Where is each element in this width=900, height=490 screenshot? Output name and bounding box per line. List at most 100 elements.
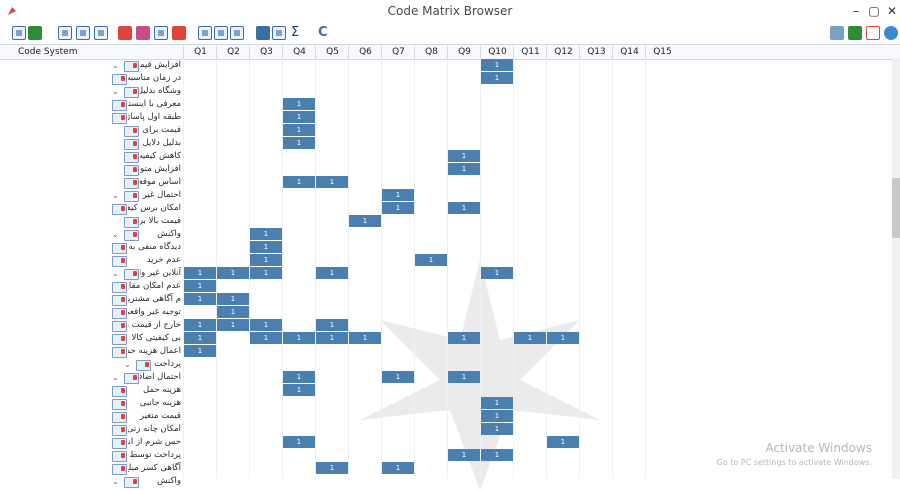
matrix-row[interactable]: امکان برس کیفیت 1 1 <box>0 202 860 215</box>
code-system-header[interactable]: Code System <box>18 45 77 59</box>
column-header[interactable]: Q3 <box>249 45 283 59</box>
column-header[interactable]: Q12 <box>546 45 580 59</box>
matrix-row[interactable]: خارج از قیمت مرجع1111 <box>0 319 860 332</box>
matrix-cell[interactable]: 1 <box>349 215 381 227</box>
matrix-cell[interactable]: 1 <box>250 241 282 253</box>
code-red2-icon[interactable] <box>136 26 150 40</box>
code-label[interactable]: دیدگاه منفی به سازمان <box>128 241 181 254</box>
code-label[interactable]: آگاهی کسر مبلغ بعد از پرداخت <box>128 462 181 475</box>
matrix-cell[interactable]: 1 <box>184 345 216 357</box>
matrix-cell[interactable]: 1 <box>448 332 480 344</box>
code-blue-icon[interactable] <box>172 26 186 40</box>
matrix-cell[interactable]: 1 <box>448 202 480 214</box>
matrix-row[interactable]: در زمان مناسبت ها 1 <box>0 72 860 85</box>
matrix-row[interactable]: افزایش متولی قیمت 1 <box>0 163 860 176</box>
view2-icon[interactable] <box>76 26 90 40</box>
column-header[interactable]: Q1 <box>183 45 217 59</box>
expand-toggle-icon[interactable]: ⌄ <box>112 267 119 280</box>
code-label[interactable]: احتمال غیر واقعی کمتر <box>140 189 181 202</box>
matrix-row[interactable]: حس شرم از انصراف خرید 1 1 <box>0 436 860 449</box>
camera-icon[interactable] <box>830 26 844 40</box>
view3-icon[interactable] <box>94 26 108 40</box>
scrollbar-thumb[interactable] <box>892 178 900 238</box>
matrix-cell[interactable]: 1 <box>415 254 447 266</box>
matrix-cell[interactable]: 1 <box>217 319 249 331</box>
matrix-cell[interactable]: 1 <box>382 371 414 383</box>
info-icon[interactable] <box>884 26 898 40</box>
matrix-cell[interactable]: 1 <box>283 111 315 123</box>
expand-toggle-icon[interactable]: ⌄ <box>112 85 119 98</box>
matrix-row[interactable]: هزینه حمل 1 <box>0 384 860 397</box>
tree-sort-icon[interactable] <box>154 26 168 40</box>
matrix-cell[interactable]: 1 <box>283 384 315 396</box>
code-label[interactable]: توجیه غیر واقعی فروشنده <box>128 306 181 319</box>
code-label[interactable]: عدم خرید <box>128 254 181 267</box>
matrix-cell[interactable]: 1 <box>448 150 480 162</box>
code-label[interactable]: امکان برس کیفیت <box>128 202 181 215</box>
restore-button[interactable]: ▢ <box>864 2 884 20</box>
code-label[interactable]: حس شرم از انصراف خرید <box>128 436 181 449</box>
matrix-cell[interactable]: 1 <box>481 423 513 435</box>
matrix-row[interactable]: آنلاین غیر واقعی تر از آنلاین⌄11111 <box>0 267 860 280</box>
code-label[interactable]: هزینه جانبی <box>128 397 181 410</box>
matrix-row[interactable]: قیمت متغیر 1 <box>0 410 860 423</box>
matrix-cell[interactable]: 1 <box>217 267 249 279</box>
matrix-cell[interactable]: 1 <box>184 293 216 305</box>
matrix-cell[interactable]: 1 <box>547 436 579 448</box>
matrix-cell[interactable]: 1 <box>250 254 282 266</box>
code-label[interactable]: احتمال اضافه بیشتر از آنلاین <box>140 371 181 384</box>
matrix-row[interactable]: معرفی با اینستاگرام 1 <box>0 98 860 111</box>
code-label[interactable]: بدلیل دلایل اقتصادی کشور- تحریم <box>140 137 181 150</box>
code-label[interactable]: در زمان مناسبت ها <box>128 72 181 85</box>
matrix-row[interactable]: احتمال غیر واقعی کمتر ⌄ 1 <box>0 189 860 202</box>
matrix-row[interactable]: بدلیل دلایل اقتصادی کشور- تحریم 1 <box>0 137 860 150</box>
matrix-cell[interactable]: 1 <box>481 397 513 409</box>
column-header[interactable]: Q11 <box>513 45 547 59</box>
code-label[interactable]: افزایش قیمت با افزایش تقاضا <box>140 59 181 72</box>
matrix-cell[interactable]: 1 <box>283 98 315 110</box>
code-label[interactable]: عدم امکان مقایسه <box>128 280 181 293</box>
code-label[interactable]: قیمت برای کالا با محدودیت مقداری <box>140 124 181 137</box>
grid2-icon[interactable] <box>214 26 228 40</box>
matrix-cell[interactable]: 1 <box>250 332 282 344</box>
code-label[interactable]: بی کیفیتی کالا <box>128 332 181 345</box>
matrix-cell[interactable]: 1 <box>283 176 315 188</box>
expand-toggle-icon[interactable]: ⌄ <box>112 475 119 488</box>
matrix-row[interactable]: طبقه اول پاساژ 1 <box>0 111 860 124</box>
column-header[interactable]: Q15 <box>645 45 679 59</box>
column-header[interactable]: Q8 <box>414 45 448 59</box>
matrix-cell[interactable]: 1 <box>382 202 414 214</box>
list-icon[interactable] <box>28 26 42 40</box>
matrix-cell[interactable]: 1 <box>283 124 315 136</box>
matrix-cell[interactable]: 1 <box>448 449 480 461</box>
matrix-row[interactable]: م آگاهی مشتریان به قیمت رقبا11 <box>0 293 860 306</box>
refresh-icon[interactable]: C <box>318 25 328 41</box>
sum-icon[interactable]: Σ <box>291 25 299 41</box>
matrix-row[interactable]: امکان چانه زنی 1 <box>0 423 860 436</box>
matrix-cell[interactable]: 1 <box>514 332 546 344</box>
tree-icon[interactable] <box>12 26 26 40</box>
chart-icon[interactable] <box>272 26 286 40</box>
matrix-cell[interactable]: 1 <box>316 267 348 279</box>
matrix-cell[interactable]: 1 <box>250 228 282 240</box>
matrix-cell[interactable]: 1 <box>316 332 348 344</box>
matrix-cell[interactable]: 1 <box>283 332 315 344</box>
code-label[interactable]: م آگاهی مشتریان به قیمت رقبا <box>128 293 181 306</box>
matrix-cell[interactable]: 1 <box>481 59 513 71</box>
code-label[interactable]: آنلاین غیر واقعی تر از آنلاین <box>140 267 181 280</box>
matrix-row[interactable]: قیمت برای کالا با محدودیت مقداری 1 <box>0 124 860 137</box>
matrix-cell[interactable]: 1 <box>184 267 216 279</box>
grid3-icon[interactable] <box>230 26 244 40</box>
matrix-row[interactable]: بی کیفیتی کالا 1 1 1 1 1 1 1 1 <box>0 332 860 345</box>
matrix-row[interactable]: افزایش قیمت با افزایش تقاضا ⌄ 1 <box>0 59 860 72</box>
grid1-icon[interactable] <box>198 26 212 40</box>
code-red-icon[interactable] <box>118 26 132 40</box>
matrix-cell[interactable]: 1 <box>283 371 315 383</box>
matrix-cell[interactable]: 1 <box>547 332 579 344</box>
column-header[interactable]: Q13 <box>579 45 613 59</box>
matrix-cell[interactable]: 1 <box>250 267 282 279</box>
matrix-cell[interactable]: 1 <box>250 319 282 331</box>
column-header[interactable]: Q10 <box>480 45 514 59</box>
column-header[interactable]: Q7 <box>381 45 415 59</box>
matrix-cell[interactable]: 1 <box>481 72 513 84</box>
